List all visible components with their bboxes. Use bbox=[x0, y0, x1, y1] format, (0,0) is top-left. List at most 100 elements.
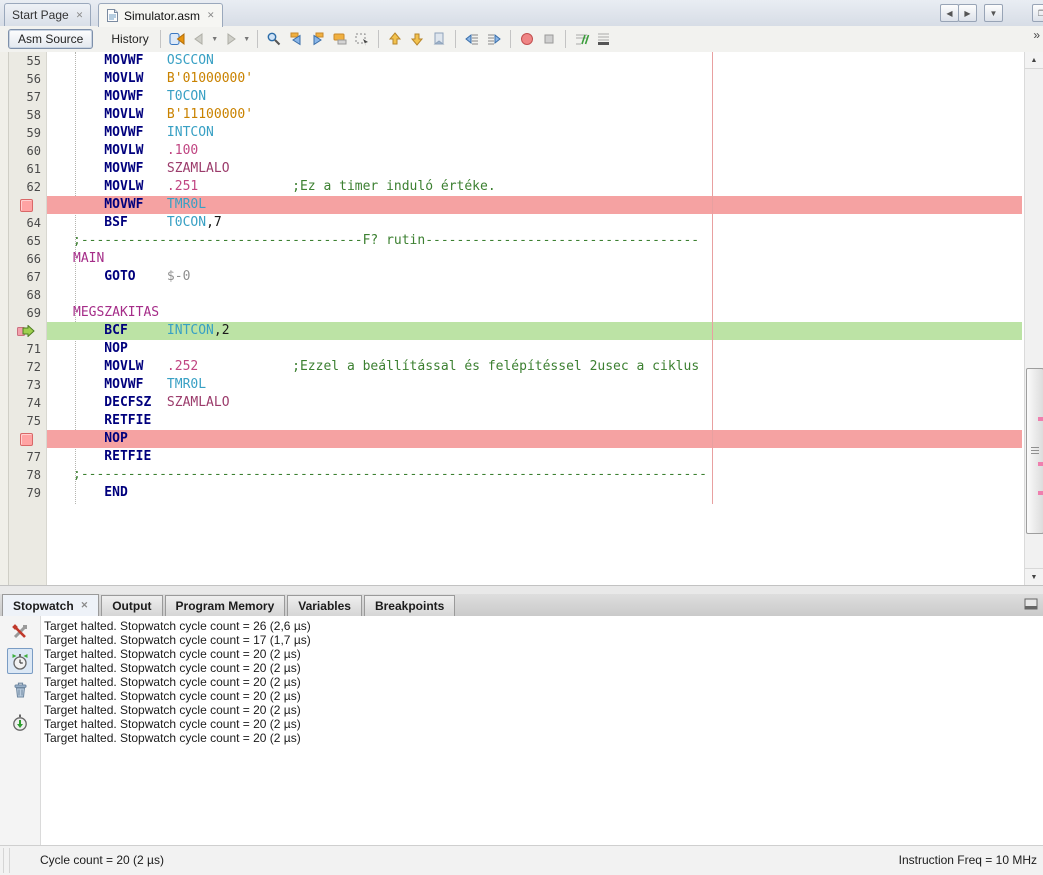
gutter-line-number[interactable]: 79 bbox=[11, 484, 41, 502]
gutter-line-number[interactable]: 62 bbox=[11, 178, 41, 196]
gutter-line-number[interactable]: 64 bbox=[11, 214, 41, 232]
shift-line-left-button[interactable] bbox=[461, 28, 483, 50]
code-line-75[interactable]: RETFIE bbox=[47, 412, 1022, 430]
find-previous-button[interactable] bbox=[285, 28, 307, 50]
bottom-tab-stopwatch[interactable]: Stopwatch ✕ bbox=[2, 594, 100, 616]
maximize-button[interactable]: ❐ bbox=[1032, 4, 1043, 22]
toolbar-overflow-icon[interactable]: » bbox=[1033, 28, 1040, 42]
find-selection-button[interactable] bbox=[263, 28, 285, 50]
code-line-77[interactable]: RETFIE bbox=[47, 448, 1022, 466]
breakpoint-marker[interactable] bbox=[11, 430, 41, 448]
bottom-tab-variables[interactable]: Variables bbox=[287, 595, 362, 616]
code-line-74[interactable]: DECFSZ SZAMLALO bbox=[47, 394, 1022, 412]
bottom-tab-program-memory[interactable]: Program Memory bbox=[164, 595, 286, 616]
error-stripe-mark[interactable] bbox=[1038, 462, 1043, 466]
stopwatch-button[interactable] bbox=[7, 648, 33, 674]
jump-last-edit-button[interactable] bbox=[166, 28, 188, 50]
code-line-63[interactable]: MOVWF TMR0L bbox=[47, 196, 1022, 214]
gutter-line-number[interactable]: 68 bbox=[11, 286, 41, 304]
uncomment-button[interactable] bbox=[593, 28, 615, 50]
code-line-56[interactable]: MOVLW B'01000000' bbox=[47, 70, 1022, 88]
asm-source-button[interactable]: Asm Source bbox=[8, 29, 94, 49]
editor-vertical-scrollbar[interactable]: ▲ ▼ bbox=[1024, 52, 1043, 585]
error-stripe-mark[interactable] bbox=[1038, 417, 1043, 421]
find-next-button[interactable] bbox=[307, 28, 329, 50]
forward-dropdown-button[interactable]: ▼ bbox=[242, 28, 252, 50]
forward-button[interactable] bbox=[220, 28, 242, 50]
comment-button[interactable] bbox=[571, 28, 593, 50]
gutter-line-number[interactable]: 55 bbox=[11, 52, 41, 70]
code-line-69[interactable]: MEGSZAKITAS bbox=[47, 304, 1022, 322]
code-line-65[interactable]: ;------------------------------------F? … bbox=[47, 232, 1022, 250]
tab-scroll-left-button[interactable]: ◀ bbox=[940, 4, 959, 22]
code-line-67[interactable]: GOTO $-0 bbox=[47, 268, 1022, 286]
tab-scroll-right-button[interactable]: ▶ bbox=[958, 4, 977, 22]
gutter-line-number[interactable]: 78 bbox=[11, 466, 41, 484]
gutter-line-number[interactable]: 61 bbox=[11, 160, 41, 178]
editor-gutter[interactable]: 55 56 57 58 59 60 61 62 64 65 66 67 68 69 71 72 73 74 75 77… bbox=[9, 52, 47, 585]
close-icon[interactable]: ✕ bbox=[79, 601, 89, 610]
minimize-window-group-button[interactable] bbox=[1023, 596, 1039, 617]
gutter-line-number[interactable]: 71 bbox=[11, 340, 41, 358]
gutter-line-number[interactable]: 69 bbox=[11, 304, 41, 322]
clear-history-button[interactable] bbox=[8, 678, 32, 702]
gutter-line-number[interactable]: 67 bbox=[11, 268, 41, 286]
code-line-78[interactable]: ;---------------------------------------… bbox=[47, 466, 1022, 484]
code-line-72[interactable]: MOVLW .252 ;Ezzel a beállítással és felé… bbox=[47, 358, 1022, 376]
code-line-66[interactable]: MAIN bbox=[47, 250, 1022, 268]
bottom-tab-output[interactable]: Output bbox=[101, 595, 163, 616]
close-icon[interactable]: ✕ bbox=[205, 11, 215, 20]
breakpoint-marker[interactable] bbox=[11, 196, 41, 214]
gutter-line-number[interactable]: 65 bbox=[11, 232, 41, 250]
gutter-line-number[interactable]: 72 bbox=[11, 358, 41, 376]
close-icon[interactable]: ✕ bbox=[74, 10, 84, 20]
scrollbar-thumb[interactable] bbox=[1026, 368, 1043, 534]
error-stripe-mark[interactable] bbox=[1038, 491, 1043, 495]
previous-bookmark-button[interactable] bbox=[384, 28, 406, 50]
code-line-60[interactable]: MOVLW .100 bbox=[47, 142, 1022, 160]
code-line-71[interactable]: NOP bbox=[47, 340, 1022, 358]
gutter-line-number[interactable]: 56 bbox=[11, 70, 41, 88]
toggle-bookmark-button[interactable] bbox=[428, 28, 450, 50]
gutter-line-number[interactable]: 74 bbox=[11, 394, 41, 412]
code-line-73[interactable]: MOVWF TMR0L bbox=[47, 376, 1022, 394]
back-dropdown-button[interactable]: ▼ bbox=[210, 28, 220, 50]
gutter-line-number[interactable]: 57 bbox=[11, 88, 41, 106]
rectangular-selection-button[interactable] bbox=[351, 28, 373, 50]
gutter-line-number[interactable]: 58 bbox=[11, 106, 41, 124]
gutter-line-number[interactable]: 77 bbox=[11, 448, 41, 466]
highlight-search-button[interactable] bbox=[329, 28, 351, 50]
gutter-line-number[interactable]: 59 bbox=[11, 124, 41, 142]
next-bookmark-button[interactable] bbox=[406, 28, 428, 50]
scrollbar-down-button[interactable]: ▼ bbox=[1025, 568, 1043, 585]
code-line-61[interactable]: MOVWF SZAMLALO bbox=[47, 160, 1022, 178]
gutter-line-number[interactable]: 73 bbox=[11, 376, 41, 394]
code-line-68[interactable] bbox=[47, 286, 1022, 304]
code-line-57[interactable]: MOVWF T0CON bbox=[47, 88, 1022, 106]
gutter-line-number[interactable]: 60 bbox=[11, 142, 41, 160]
scrollbar-up-button[interactable]: ▲ bbox=[1025, 52, 1043, 69]
shift-line-right-button[interactable] bbox=[483, 28, 505, 50]
properties-button[interactable] bbox=[8, 620, 32, 644]
code-line-79[interactable]: END bbox=[47, 484, 1022, 502]
code-line-76[interactable]: NOP bbox=[47, 430, 1022, 448]
program-counter-marker[interactable] bbox=[11, 322, 41, 340]
gutter-line-number[interactable]: 75 bbox=[11, 412, 41, 430]
code-line-59[interactable]: MOVWF INTCON bbox=[47, 124, 1022, 142]
history-button[interactable]: History bbox=[105, 30, 154, 48]
record-macro-button[interactable] bbox=[516, 28, 538, 50]
stop-macro-button[interactable] bbox=[538, 28, 560, 50]
back-button[interactable] bbox=[188, 28, 210, 50]
code-line-58[interactable]: MOVLW B'11100000' bbox=[47, 106, 1022, 124]
code-line-55[interactable]: MOVWF OSCCON bbox=[47, 52, 1022, 70]
tab-simulator-asm[interactable]: Simulator.asm ✕ bbox=[98, 3, 223, 27]
code-editor[interactable]: 55 56 57 58 59 60 61 62 64 65 66 67 68 69 71 72 73 74 75 77… bbox=[0, 52, 1043, 585]
code-line-70[interactable]: BCF INTCON,2 bbox=[47, 322, 1022, 340]
code-line-62[interactable]: MOVLW .251 ;Ez a timer induló értéke. bbox=[47, 178, 1022, 196]
tab-list-dropdown-button[interactable]: ▼ bbox=[984, 4, 1003, 22]
code-line-64[interactable]: BSF T0CON,7 bbox=[47, 214, 1022, 232]
gutter-line-number[interactable]: 66 bbox=[11, 250, 41, 268]
bottom-tab-breakpoints[interactable]: Breakpoints bbox=[363, 595, 456, 616]
reset-stopwatch-button[interactable] bbox=[8, 710, 32, 734]
tab-start-page[interactable]: Start Page ✕ bbox=[4, 3, 92, 26]
